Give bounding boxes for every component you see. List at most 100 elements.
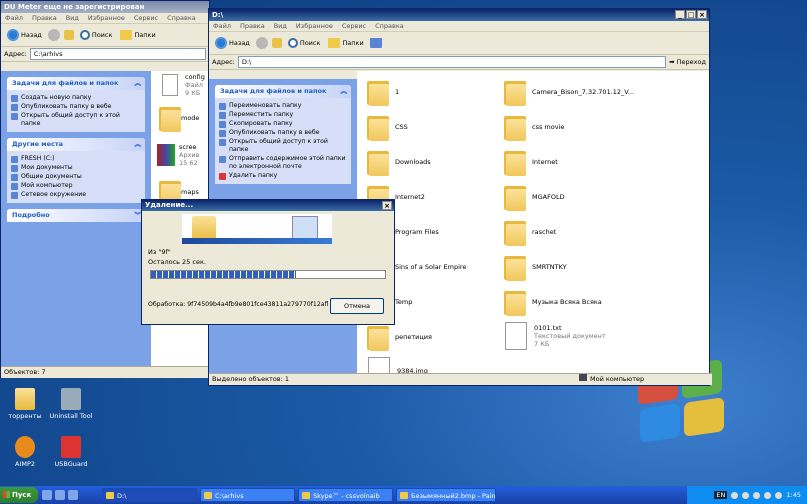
- file-type: Архив: [179, 151, 200, 159]
- desktop-icon-torrents[interactable]: торренты: [0, 388, 50, 420]
- views-icon[interactable]: [369, 38, 382, 48]
- quick-launch-app-icon[interactable]: [55, 490, 65, 500]
- search-button[interactable]: Поиск: [286, 37, 323, 49]
- place-drive-c[interactable]: FRESH (C:): [11, 155, 141, 163]
- taskbar-item-arhivs[interactable]: C:\arhivs: [200, 488, 295, 502]
- quick-launch-app-icon[interactable]: [42, 490, 52, 500]
- folder-item[interactable]: SMRTNTKY: [502, 252, 567, 282]
- menu-help[interactable]: Справка: [167, 13, 196, 23]
- forward-icon[interactable]: [47, 29, 60, 41]
- place-shared-documents[interactable]: Общие документы: [11, 173, 141, 181]
- address-input[interactable]: D:\: [237, 56, 667, 68]
- menu-file[interactable]: Файл: [213, 21, 231, 31]
- folder-item[interactable]: Downloads: [365, 147, 431, 177]
- progress-fill: [151, 271, 297, 278]
- archive-item[interactable]: scree Архив 15 62: [157, 143, 199, 167]
- folder-item[interactable]: mode: [157, 103, 199, 133]
- collapse-chevron-icon[interactable]: ︽: [135, 77, 142, 90]
- tasks-panel-header[interactable]: Задачи для файлов и папок ︽: [215, 85, 351, 98]
- window-title-bar[interactable]: D:\ _ □ ×: [209, 9, 709, 21]
- menu-view[interactable]: Вид: [274, 21, 287, 31]
- task-publish-web[interactable]: Опубликовать папку в вебе: [219, 129, 347, 137]
- file-item[interactable]: config Файл 9 КБ: [159, 73, 205, 97]
- place-my-documents[interactable]: Мои документы: [11, 164, 141, 172]
- up-folder-icon[interactable]: [271, 38, 282, 48]
- menu-view[interactable]: Вид: [66, 13, 79, 23]
- dialog-title-bar[interactable]: Удаление... ×: [142, 200, 394, 211]
- maximize-button[interactable]: □: [686, 10, 696, 19]
- place-my-computer[interactable]: Мой компьютер: [11, 182, 141, 190]
- desktop-icon-uninstall-tool[interactable]: Uninstall Tool: [46, 388, 96, 420]
- desktop-icon-aimp2[interactable]: AIMP2: [0, 436, 50, 468]
- menu-edit[interactable]: Правка: [240, 21, 265, 31]
- other-places-header[interactable]: Другие места ︽: [7, 138, 145, 151]
- go-button[interactable]: ➡ Переход: [669, 58, 706, 66]
- task-copy-folder[interactable]: Скопировать папку: [219, 120, 347, 128]
- file-name: config: [185, 73, 205, 81]
- folder-item[interactable]: Camera_Bison_7.32.701.12_V...: [502, 77, 634, 107]
- desktop-icon-usbguard[interactable]: USBGuard: [46, 436, 96, 468]
- close-button[interactable]: ×: [382, 201, 392, 210]
- folder-item[interactable]: Музыка Всяка Всяка: [502, 287, 602, 317]
- tray-app-icon[interactable]: [753, 491, 761, 499]
- folder-item[interactable]: репетиция: [365, 322, 432, 352]
- folder-item[interactable]: MGAFOLD: [502, 182, 565, 212]
- collapse-chevron-icon[interactable]: ︽: [135, 138, 142, 151]
- menu-edit[interactable]: Правка: [32, 13, 57, 23]
- tray-app-icon[interactable]: [742, 491, 750, 499]
- task-publish-web[interactable]: Опубликовать папку в вебе: [11, 103, 141, 111]
- menu-favorites[interactable]: Избранное: [296, 21, 333, 31]
- up-folder-icon[interactable]: [63, 30, 74, 40]
- language-indicator[interactable]: EN: [714, 491, 728, 499]
- task-share[interactable]: Открыть общий доступ к этой папке: [219, 138, 347, 154]
- back-button[interactable]: Назад: [213, 36, 252, 50]
- tray-app-icon[interactable]: [731, 491, 739, 499]
- details-header[interactable]: Подробно ︾: [7, 209, 145, 222]
- task-new-folder[interactable]: Создать новую папку: [11, 94, 141, 102]
- tray-app-icon[interactable]: [764, 491, 772, 499]
- cancel-button[interactable]: Отмена: [330, 298, 384, 314]
- place-network[interactable]: Сетевое окружение: [11, 191, 141, 199]
- close-button[interactable]: ×: [697, 10, 707, 19]
- folder-item[interactable]: 1: [365, 77, 399, 107]
- folders-label: Папки: [342, 39, 364, 47]
- task-delete-folder[interactable]: Удалить папку: [219, 172, 347, 180]
- menu-help[interactable]: Справка: [375, 21, 404, 31]
- search-button[interactable]: Поиск: [78, 29, 115, 41]
- folder-name: mode: [181, 114, 200, 122]
- menu-file[interactable]: Файл: [5, 13, 23, 23]
- menu-tools[interactable]: Сервис: [134, 13, 158, 23]
- file-item[interactable]: 0101.txt Текстовый документ 7 КБ: [502, 322, 606, 350]
- file-icon: [162, 74, 178, 96]
- task-email[interactable]: Отправить содержимое этой папки по элект…: [219, 155, 347, 171]
- minimize-button[interactable]: _: [675, 10, 685, 19]
- task-move-folder[interactable]: Переместить папку: [219, 111, 347, 119]
- explorer-window-d[interactable]: D:\ _ □ × Файл Правка Вид Избранное Серв…: [208, 8, 712, 386]
- taskbar-item-paint[interactable]: Безымянный2.bmp - Paint: [396, 488, 496, 502]
- folder-item[interactable]: raschet: [502, 217, 556, 247]
- collapse-chevron-icon[interactable]: ︽: [341, 85, 348, 98]
- start-button[interactable]: Пуск: [0, 487, 38, 503]
- tasks-panel-header[interactable]: Задачи для файлов и папок ︽: [7, 77, 145, 90]
- folders-button[interactable]: Папки: [118, 29, 157, 41]
- address-input[interactable]: C:\arhivs: [29, 48, 206, 60]
- quick-launch-app-icon[interactable]: [68, 490, 78, 500]
- folder-item[interactable]: CSS: [365, 112, 408, 142]
- task-rename-folder[interactable]: Переименовать папку: [219, 102, 347, 110]
- menu-favorites[interactable]: Избранное: [88, 13, 125, 23]
- folders-button[interactable]: Папки: [326, 37, 365, 49]
- forward-icon[interactable]: [255, 37, 268, 49]
- folder-item[interactable]: css movie: [502, 112, 564, 142]
- folder-item[interactable]: Internet: [502, 147, 558, 177]
- window-title[interactable]: DU Meter еще не зарегистрирован: [1, 1, 209, 13]
- menu-tools[interactable]: Сервис: [342, 21, 366, 31]
- search-label: Поиск: [91, 31, 113, 39]
- taskbar-item-d[interactable]: D:\: [102, 488, 197, 502]
- taskbar-item-skype[interactable]: Skype™ - cssvolnaib: [298, 488, 393, 502]
- volume-icon[interactable]: [775, 491, 783, 499]
- back-button[interactable]: Назад: [5, 28, 44, 42]
- task-share[interactable]: Открыть общий доступ к этой папке: [11, 112, 141, 128]
- clock[interactable]: 1:45: [786, 491, 801, 499]
- panel-title: Другие места: [12, 140, 64, 148]
- delete-progress-dialog[interactable]: Удаление... × Из "9f" Осталось 25 сек. О…: [141, 199, 395, 325]
